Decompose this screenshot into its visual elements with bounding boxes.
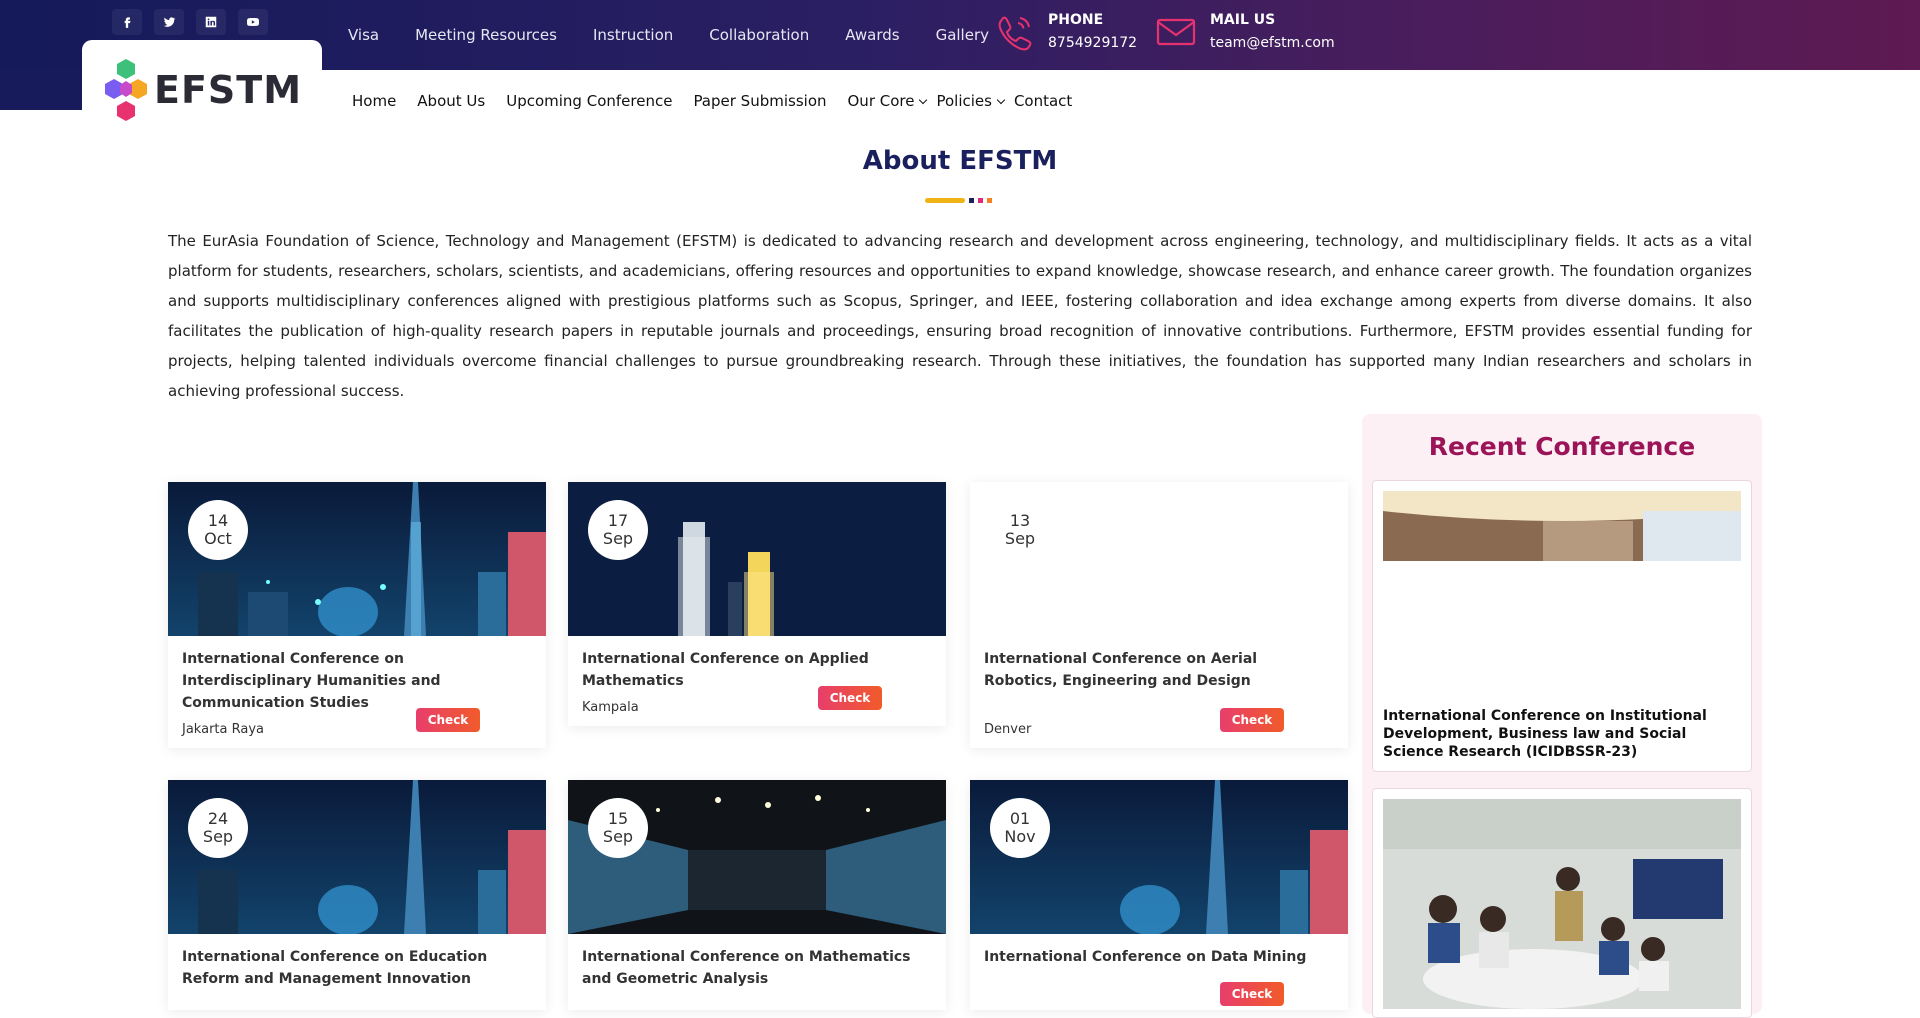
- title-divider: [925, 198, 992, 203]
- conference-day: 14: [207, 511, 229, 530]
- conference-card[interactable]: 15 Sep International Conference on Mathe…: [568, 780, 946, 1010]
- nav-paper-submission[interactable]: Paper Submission: [693, 92, 826, 110]
- top-nav-visa[interactable]: Visa: [348, 26, 379, 44]
- social-links: [112, 9, 268, 35]
- logo-text: EFSTM: [153, 68, 303, 112]
- conference-location: Denver: [984, 722, 1032, 737]
- conference-date: 01 Nov: [990, 798, 1050, 858]
- conference-day: 15: [607, 809, 629, 828]
- conference-day: 01: [1009, 809, 1031, 828]
- nav-contact[interactable]: Contact: [1014, 92, 1072, 110]
- conference-title[interactable]: International Conference on Aerial Robot…: [984, 648, 1334, 692]
- recent-conference-sidebar: Recent Conference International Conferen…: [1362, 414, 1762, 1018]
- top-nav-instruction[interactable]: Instruction: [593, 26, 673, 44]
- conference-card[interactable]: 14 Oct International Conference on Inter…: [168, 482, 546, 748]
- youtube-icon[interactable]: [238, 9, 268, 35]
- logo[interactable]: EFSTM: [82, 40, 322, 140]
- recent-conference-title[interactable]: International Conference on Institutiona…: [1383, 707, 1733, 761]
- mail-label: MAIL US: [1210, 12, 1276, 28]
- linkedin-icon[interactable]: [196, 9, 226, 35]
- conference-location: Kampala: [582, 700, 639, 715]
- phone-contact[interactable]: PHONE 8754929172: [994, 12, 1137, 52]
- phone-icon: [998, 16, 1032, 51]
- check-button[interactable]: Check: [818, 686, 882, 710]
- recent-conference-image: [1383, 799, 1741, 1009]
- top-bar-extension: [0, 70, 82, 110]
- check-button[interactable]: Check: [416, 708, 480, 732]
- facebook-icon[interactable]: [112, 9, 142, 35]
- recent-conference-item[interactable]: International Conference on Institutiona…: [1372, 480, 1752, 772]
- mail-value[interactable]: team@efstm.com: [1210, 35, 1335, 51]
- top-nav: Visa Meeting Resources Instruction Colla…: [330, 0, 1007, 70]
- conference-location: Jakarta Raya: [182, 722, 264, 737]
- nav-our-core-label: Our Core: [847, 92, 915, 110]
- conference-card[interactable]: 01 Nov International Conference on Data …: [970, 780, 1348, 1010]
- conference-month: Sep: [602, 529, 634, 548]
- check-button[interactable]: Check: [1220, 708, 1284, 732]
- about-text: The EurAsia Foundation of Science, Techn…: [168, 232, 1752, 400]
- mail-icon: [1156, 18, 1196, 46]
- nav-policies-label: Policies: [936, 92, 992, 110]
- chevron-down-icon: [996, 95, 1006, 104]
- conference-month: Sep: [602, 827, 634, 846]
- conference-date: 13 Sep: [990, 500, 1050, 560]
- nav-about-us[interactable]: About Us: [417, 92, 485, 110]
- top-nav-gallery[interactable]: Gallery: [936, 26, 989, 44]
- top-nav-meeting-resources[interactable]: Meeting Resources: [415, 26, 557, 44]
- logo-mark-icon: [104, 59, 147, 121]
- phone-label: PHONE: [1048, 12, 1104, 28]
- conference-card[interactable]: 17 Sep International Conference on Appli…: [568, 482, 946, 726]
- conference-title[interactable]: International Conference on Education Re…: [182, 946, 532, 990]
- top-nav-awards[interactable]: Awards: [845, 26, 899, 44]
- about-title: About EFSTM: [862, 146, 1058, 176]
- conference-date: 17 Sep: [588, 500, 648, 560]
- nav-home[interactable]: Home: [352, 92, 396, 110]
- chevron-down-icon: [919, 95, 928, 104]
- phone-value[interactable]: 8754929172: [1048, 35, 1137, 51]
- conference-date: 15 Sep: [588, 798, 648, 858]
- twitter-icon[interactable]: [154, 9, 184, 35]
- nav-policies[interactable]: Policies: [936, 92, 1006, 110]
- check-button[interactable]: Check: [1220, 982, 1284, 1006]
- recent-conference-item[interactable]: [1372, 788, 1752, 1018]
- conference-date: 14 Oct: [188, 500, 248, 560]
- conference-day: 13: [1009, 511, 1031, 530]
- conference-date: 24 Sep: [188, 798, 248, 858]
- main-nav: Home About Us Upcoming Conference Paper …: [352, 92, 1093, 110]
- conference-month: Sep: [202, 827, 234, 846]
- conference-title[interactable]: International Conference on Data Mining: [984, 946, 1334, 968]
- recent-conference-image: [1383, 491, 1741, 561]
- mail-contact[interactable]: MAIL US team@efstm.com: [1156, 12, 1335, 52]
- nav-upcoming-conference[interactable]: Upcoming Conference: [506, 92, 672, 110]
- conference-day: 17: [607, 511, 629, 530]
- conference-card[interactable]: 24 Sep International Conference on Educa…: [168, 780, 546, 1010]
- conference-month: Oct: [204, 529, 232, 548]
- conference-month: Sep: [1004, 529, 1036, 548]
- conference-title[interactable]: International Conference on Interdiscipl…: [182, 648, 532, 714]
- conference-month: Nov: [1004, 827, 1036, 846]
- conference-card[interactable]: 13 Sep International Conference on Aeria…: [970, 482, 1348, 748]
- top-nav-collaboration[interactable]: Collaboration: [709, 26, 809, 44]
- conference-day: 24: [207, 809, 229, 828]
- conference-title[interactable]: International Conference on Mathematics …: [582, 946, 932, 990]
- nav-our-core[interactable]: Our Core: [847, 92, 928, 110]
- sidebar-title: Recent Conference: [1428, 432, 1696, 461]
